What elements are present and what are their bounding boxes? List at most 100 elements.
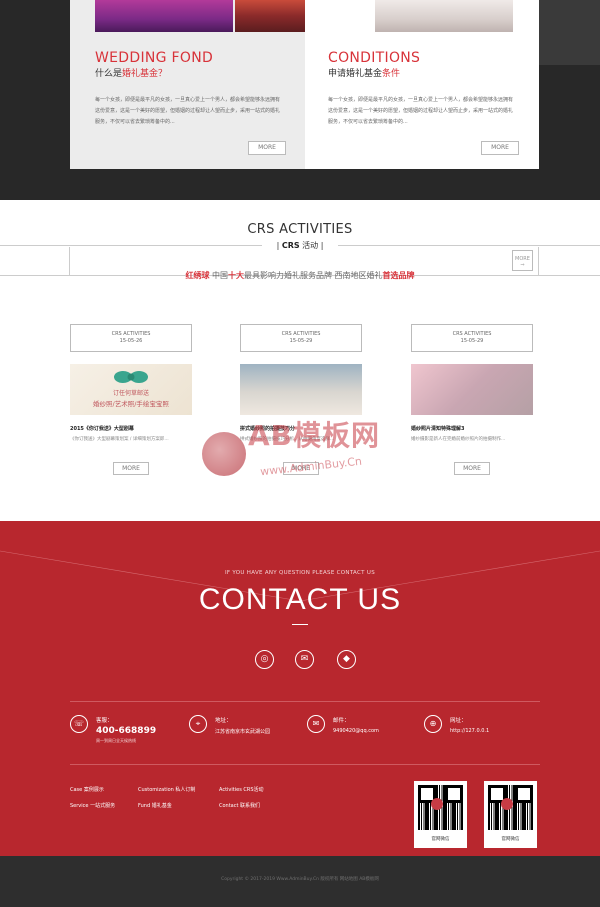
weibo-icon[interactable]: ◎: [255, 650, 274, 669]
contact-heading: CONTACT US: [198, 583, 402, 616]
link-en: Service: [70, 803, 89, 809]
post-more-button[interactable]: MORE: [454, 462, 490, 475]
link-cn: 私人订制: [175, 787, 196, 793]
link-en: Contact: [219, 803, 239, 809]
mail-icon: ✉: [307, 715, 325, 733]
contact-divider-top: [70, 701, 540, 702]
activities-title: CRS ACTIVITIES: [247, 222, 353, 237]
tagline-part: 中国: [212, 271, 228, 280]
link-cn: CRS活动: [243, 787, 264, 793]
activities-tagline: 红绣球 中国十大最具影响力婚礼服务品牌 西南地区婚礼首选品牌: [0, 270, 600, 281]
link-cn: 联系我们: [240, 803, 261, 809]
more-icon-label: MORE: [515, 256, 530, 262]
subtitle-highlight: 条件: [382, 69, 401, 79]
email-value[interactable]: 9490420@qq.com: [333, 728, 379, 734]
qr-logo-icon: [501, 798, 513, 810]
post-image[interactable]: [411, 364, 533, 415]
link-en: Fund: [138, 803, 151, 809]
footer-link-fund[interactable]: Fund 婚礼基金: [138, 802, 172, 809]
conditions-more-button[interactable]: MORE: [481, 141, 519, 155]
footer-link-contact[interactable]: Contact 联系我们: [219, 802, 260, 809]
divider-right: [338, 245, 600, 246]
post-date: 15-05-29: [460, 338, 484, 344]
subtitle-highlight: 婚礼基金？: [122, 69, 168, 79]
tagline-highlight: 十大: [228, 271, 244, 280]
activity-post[interactable]: CRS ACTIVITIES 15-05-26 订任何草邮送 婚纱照/艺术照/手…: [70, 324, 192, 475]
footer-link-activities[interactable]: Activities CRS活动: [219, 786, 264, 793]
watermark: AB模板网 www.AdminBuy.Cn: [202, 414, 398, 488]
wedding-photo-1: [95, 0, 233, 32]
location-icon: ⌖: [189, 715, 207, 733]
wechat-icon[interactable]: ✉: [295, 650, 314, 669]
qr-caption: 官网微信: [501, 837, 520, 842]
footer-link-customization[interactable]: Customization 私人订制: [138, 786, 195, 793]
link-en: Customization: [138, 787, 174, 793]
post-date-label: CRS ACTIVITIES: [281, 331, 321, 337]
link-en: Activities: [219, 787, 242, 793]
contact-divider-bottom: [70, 764, 540, 765]
info-label: 客服：: [96, 718, 113, 724]
wedding-fund-panel: WEDDING FOND 什么是婚礼基金？ 每一个女孩，即便是最平凡的女孩，一旦…: [70, 0, 373, 169]
post-date-label: CRS ACTIVITIES: [452, 331, 492, 337]
watermark-brand: AB模板网: [248, 419, 381, 452]
post-more-button[interactable]: MORE: [113, 462, 149, 475]
wedding-fund-subtitle: 什么是婚礼基金？: [95, 66, 167, 79]
subtitle-plain: 什么是: [95, 69, 123, 79]
tagline-part: 最具影响力婚礼服务品牌 西南地区婚礼: [244, 271, 383, 280]
watermark-url: www.AdminBuy.Cn: [259, 454, 363, 479]
footer-link-case[interactable]: Case 案例展示: [70, 786, 104, 793]
tagline-highlight: 首选品牌: [382, 271, 415, 280]
post-image[interactable]: 订任何草邮送 婚纱照/艺术照/手绘宝宝照: [70, 364, 192, 415]
post-date-box: CRS ACTIVITIES 15-05-29: [411, 324, 533, 352]
conditions-body: 每一个女孩，即便是最平凡的女孩，一旦真心爱上一个男人，都会希望能够永远拥有这份爱…: [328, 97, 514, 125]
info-label: 网址：: [450, 718, 467, 724]
website-value[interactable]: http://127.0.0.1: [450, 728, 489, 734]
contact-section: IF YOU HAVE ANY QUESTION PLEASE CONTACT …: [0, 521, 600, 856]
post-title[interactable]: 2015《你订我送》大型剧幕: [70, 425, 192, 432]
qr-caption: 官网微信: [431, 837, 450, 842]
link-cn: 案例展示: [83, 787, 104, 793]
phone-number[interactable]: 400-668899: [96, 726, 156, 736]
subtitle-plain: 申请婚礼基金: [328, 69, 383, 79]
post-desc: 《你订我送》大型剧幕策划案 / 详细策划方案即...: [70, 437, 169, 442]
fund-card: WEDDING FOND 什么是婚礼基金？ 每一个女孩，即便是最平凡的女孩，一旦…: [70, 0, 539, 169]
activities-more-icon[interactable]: MORE ⇒: [512, 250, 533, 271]
post-desc: 婚纱摄影是新人在完婚前婚纱照片的拍摄制作...: [411, 437, 506, 442]
copyright: Copyright © 2017-2019 Www.AdminBuy.Cn 版权…: [221, 877, 379, 882]
phone-hours: 周一到周日全天候热线: [96, 738, 136, 743]
conditions-panel: CONDITIONS 申请婚礼基金条件 每一个女孩，即便是最平凡的女孩，一旦真心…: [305, 0, 539, 169]
footer-link-service[interactable]: Service 一站式服务: [70, 802, 115, 809]
conditions-subtitle: 申请婚礼基金条件: [328, 66, 400, 79]
post-title[interactable]: 婚纱照片清知特殊理解3: [411, 425, 533, 432]
wedding-fund-body: 每一个女孩，即便是最平凡的女孩，一旦真心爱上一个男人，都会希望能够永远拥有这份爱…: [95, 97, 281, 125]
wedding-fund-title: WEDDING FOND: [95, 50, 214, 66]
qr-code-1: 官网微信: [414, 781, 467, 848]
post-image-text-1: 订任何草邮送: [112, 390, 149, 397]
wedding-fund-more-button[interactable]: MORE: [248, 141, 286, 155]
post-date: 15-05-26: [119, 338, 143, 344]
decorative-block: [538, 0, 600, 65]
address-value: 江苏省南京市玄武湖公园: [215, 729, 271, 735]
info-label: 地址：: [215, 718, 232, 724]
contact-small-heading: IF YOU HAVE ANY QUESTION PLEASE CONTACT …: [225, 570, 375, 576]
watermark-logo-icon: [202, 432, 246, 476]
heading-underline: [292, 624, 308, 625]
footer: Copyright © 2017-2019 Www.AdminBuy.Cn 版权…: [0, 856, 600, 907]
post-date-box: CRS ACTIVITIES 15-05-29: [240, 324, 362, 352]
tagline-brand: 红绣球: [185, 271, 210, 280]
activity-post[interactable]: CRS ACTIVITIES 15-05-29 婚纱照片清知特殊理解3 婚纱摄影…: [411, 324, 533, 475]
globe-icon: ⊕: [424, 715, 442, 733]
post-date-label: CRS ACTIVITIES: [111, 331, 151, 337]
link-cn: 一站式服务: [90, 803, 116, 809]
info-label: 邮件：: [333, 718, 350, 724]
divider-left: [0, 245, 262, 246]
link-en: Case: [70, 787, 83, 793]
post-date: 15-05-29: [289, 338, 313, 344]
bow-icon: [114, 368, 148, 386]
wedding-photo-3: [375, 0, 513, 32]
post-date-box: CRS ACTIVITIES 15-05-26: [70, 324, 192, 352]
phone-icon: ☏: [70, 715, 88, 733]
conditions-title: CONDITIONS: [328, 50, 421, 66]
qq-icon[interactable]: ◆: [337, 650, 356, 669]
post-image[interactable]: [240, 364, 362, 415]
